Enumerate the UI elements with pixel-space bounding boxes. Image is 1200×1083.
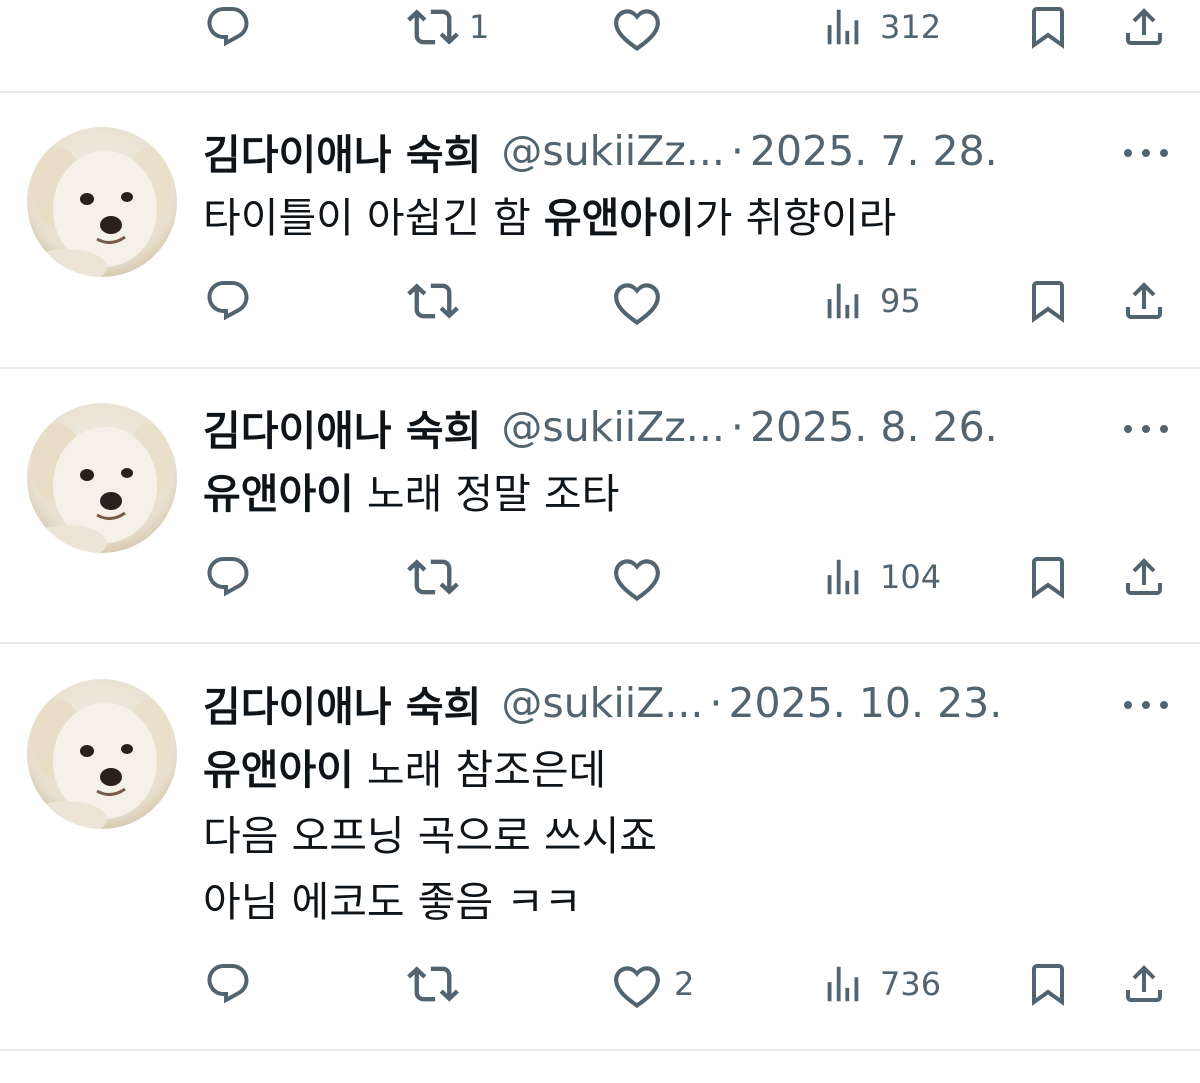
views-button[interactable]: 104 <box>820 547 941 607</box>
like-button[interactable]: 2 <box>612 954 694 1014</box>
bookmark-button[interactable] <box>1024 547 1072 607</box>
like-button[interactable] <box>612 271 662 331</box>
retweet-count: 1 <box>469 8 490 46</box>
share-icon <box>1120 553 1168 601</box>
views-button[interactable]: 736 <box>820 954 941 1014</box>
post[interactable]: 김다이애나 숙희 @sukiiZ... · 2025. 10. 23. 유앤아이… <box>0 644 1200 1049</box>
more-icon[interactable] <box>1124 695 1168 715</box>
retweet-icon <box>407 958 459 1010</box>
retweet-button[interactable]: 1 <box>407 0 489 57</box>
avatar-dog-image <box>27 127 177 277</box>
avatar-dog-image <box>27 403 177 553</box>
views-button[interactable]: 312 <box>820 0 941 57</box>
bookmark-icon <box>1024 553 1072 601</box>
like-icon <box>612 552 662 602</box>
reply-icon <box>204 553 252 601</box>
views-count: 312 <box>880 8 942 46</box>
reply-button[interactable] <box>204 271 252 331</box>
display-name[interactable]: 김다이애나 숙희 <box>203 121 481 181</box>
like-button[interactable] <box>612 547 662 607</box>
share-icon <box>1120 277 1168 325</box>
top-action-bar: 1 312 <box>0 0 1200 57</box>
views-count: 95 <box>880 282 921 320</box>
retweet-button[interactable] <box>407 547 459 607</box>
retweet-icon <box>407 275 459 327</box>
bookmark-button[interactable] <box>1024 954 1072 1014</box>
like-button[interactable] <box>612 0 662 57</box>
views-icon <box>820 961 866 1007</box>
post-text: 유앤아이 노래 참조은데 다음 오프닝 곡으로 쓰시죠 아님 에코도 좋음 ㅋㅋ <box>203 737 657 935</box>
views-icon <box>820 4 866 50</box>
post-date[interactable]: 2025. 7. 28. <box>750 127 998 175</box>
post-text: 유앤아이 노래 정말 조타 <box>203 461 619 527</box>
share-button[interactable] <box>1120 954 1168 1014</box>
reply-button[interactable] <box>204 547 252 607</box>
display-name[interactable]: 김다이애나 숙희 <box>203 397 481 457</box>
views-button[interactable]: 95 <box>820 271 921 331</box>
views-icon <box>820 278 866 324</box>
reply-icon <box>204 3 252 51</box>
retweet-icon <box>407 1 459 53</box>
bookmark-button[interactable] <box>1024 0 1072 57</box>
avatar[interactable] <box>27 127 177 277</box>
post[interactable]: 김다이애나 숙희 @sukiiZz... · 2025. 7. 28. 타이틀이… <box>0 93 1200 367</box>
action-bar: 2 736 <box>0 954 1200 1014</box>
action-bar: 104 <box>0 547 1200 607</box>
share-button[interactable] <box>1120 547 1168 607</box>
avatar[interactable] <box>27 403 177 553</box>
views-icon <box>820 554 866 600</box>
reply-icon <box>204 277 252 325</box>
share-button[interactable] <box>1120 0 1168 57</box>
post-header: 김다이애나 숙희 @sukiiZz... · 2025. 8. 26. <box>203 397 998 457</box>
retweet-button[interactable] <box>407 271 459 331</box>
avatar-dog-image <box>27 679 177 829</box>
separator: · <box>730 403 744 451</box>
post-text: 타이틀이 아쉽긴 함 유앤아이가 취향이라 <box>203 185 896 251</box>
text-line: 아님 에코도 좋음 ㅋㅋ <box>203 878 582 926</box>
views-count: 736 <box>880 965 942 1003</box>
action-bar: 95 <box>0 271 1200 331</box>
more-icon[interactable] <box>1124 419 1168 439</box>
views-count: 104 <box>880 558 942 596</box>
reply-icon <box>204 960 252 1008</box>
retweet-button[interactable] <box>407 954 459 1014</box>
like-icon <box>612 276 662 326</box>
text-line: 타이틀이 아쉽긴 함 유앤아이가 취향이라 <box>203 194 897 242</box>
post[interactable]: 김다이애나 숙희 @sukiiZz... · 2025. 8. 26. 유앤아이… <box>0 369 1200 642</box>
handle[interactable]: @sukiiZz... <box>501 403 725 451</box>
text-line: 유앤아이 노래 참조은데 <box>203 746 607 794</box>
divider <box>0 1049 1200 1051</box>
bookmark-icon <box>1024 277 1072 325</box>
share-icon <box>1120 960 1168 1008</box>
bookmark-button[interactable] <box>1024 271 1072 331</box>
avatar[interactable] <box>27 679 177 829</box>
like-count: 2 <box>674 965 695 1003</box>
separator: · <box>730 127 744 175</box>
post-header: 김다이애나 숙희 @sukiiZz... · 2025. 7. 28. <box>203 121 998 181</box>
reply-button[interactable] <box>204 954 252 1014</box>
post-header: 김다이애나 숙희 @sukiiZ... · 2025. 10. 23. <box>203 673 1002 733</box>
share-button[interactable] <box>1120 271 1168 331</box>
retweet-icon <box>407 551 459 603</box>
reply-button[interactable] <box>204 0 252 57</box>
like-icon <box>612 959 662 1009</box>
text-line: 다음 오프닝 곡으로 쓰시죠 <box>203 812 658 860</box>
text-line: 유앤아이 노래 정말 조타 <box>203 470 620 518</box>
display-name[interactable]: 김다이애나 숙희 <box>203 673 481 733</box>
like-icon <box>612 2 662 52</box>
separator: · <box>709 679 723 727</box>
handle[interactable]: @sukiiZ... <box>501 679 703 727</box>
handle[interactable]: @sukiiZz... <box>501 127 725 175</box>
more-icon[interactable] <box>1124 143 1168 163</box>
post-date[interactable]: 2025. 10. 23. <box>728 679 1002 727</box>
bookmark-icon <box>1024 960 1072 1008</box>
post-date[interactable]: 2025. 8. 26. <box>750 403 998 451</box>
bookmark-icon <box>1024 3 1072 51</box>
share-icon <box>1120 3 1168 51</box>
